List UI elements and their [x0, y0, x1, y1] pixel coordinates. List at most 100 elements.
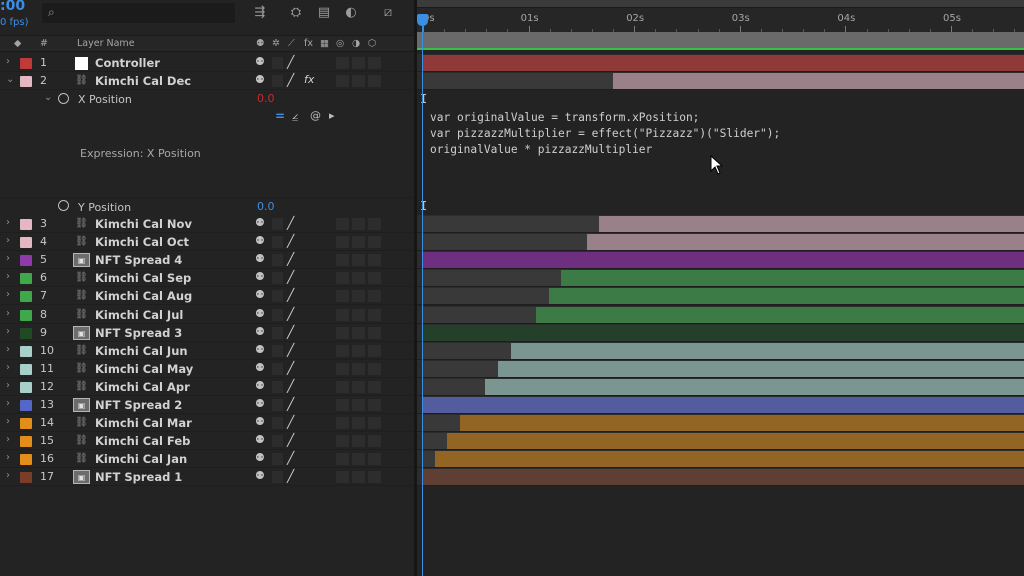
current-time-display[interactable]: :00	[0, 0, 25, 14]
collapse-switch[interactable]	[272, 362, 283, 375]
layer-switch-box[interactable]	[352, 471, 365, 484]
frame-blending-icon[interactable]: ▤	[315, 4, 333, 22]
collapse-switch[interactable]	[272, 380, 283, 393]
expression-editor[interactable]: var originalValue = transform.xPosition;…	[430, 110, 780, 158]
layer-name[interactable]: NFT Spread 1	[95, 470, 182, 484]
layer-switch-box[interactable]	[336, 380, 349, 393]
layer-row[interactable]: › 16 ⛓ Kimchi Cal Jan ⚉ ╱	[0, 450, 414, 469]
layer-switch-box[interactable]	[352, 272, 365, 285]
label-color-swatch[interactable]	[20, 472, 32, 484]
layer-switch-box[interactable]	[336, 417, 349, 430]
chevron-down-icon[interactable]: ⌄	[44, 92, 52, 103]
layer-name[interactable]: Kimchi Cal Jan	[95, 452, 187, 466]
label-tag-icon[interactable]: ◆	[14, 38, 21, 49]
layer-duration-bar[interactable]	[613, 73, 1024, 89]
chevron-right-icon[interactable]: ›	[6, 398, 10, 409]
quality-switch-icon[interactable]: ╱	[287, 288, 294, 302]
collapse-switch[interactable]	[272, 290, 283, 303]
chevron-right-icon[interactable]: ›	[6, 56, 10, 67]
graph-editor-icon[interactable]: ⧄	[379, 4, 397, 22]
chevron-right-icon[interactable]: ›	[6, 380, 10, 391]
layer-row[interactable]: › 15 ⛓ Kimchi Cal Feb ⚉ ╱	[0, 432, 414, 451]
quality-switch-icon[interactable]: ╱	[287, 361, 294, 375]
shy-switch-icon[interactable]: ⚉	[255, 252, 265, 265]
layer-switch-box[interactable]	[352, 326, 365, 339]
layer-switch-box[interactable]	[336, 362, 349, 375]
collapse-switch[interactable]	[272, 218, 283, 230]
collapse-switch[interactable]	[272, 254, 283, 267]
expression-enable-icon[interactable]: =	[275, 109, 285, 123]
label-color-swatch[interactable]	[20, 237, 32, 249]
shy-switch-icon[interactable]: ⚉	[255, 379, 265, 392]
layer-duration-bar[interactable]	[599, 216, 1024, 232]
layer-duration-bar[interactable]	[497, 360, 1024, 377]
quality-switch-icon[interactable]: ╱	[287, 307, 294, 321]
layer-switch-box[interactable]	[368, 236, 381, 249]
chevron-right-icon[interactable]: ›	[6, 326, 10, 337]
layer-name[interactable]: Kimchi Cal Feb	[95, 434, 190, 448]
label-color-swatch[interactable]	[20, 436, 32, 448]
collapse-switch[interactable]	[272, 326, 283, 339]
layer-switch-box[interactable]	[368, 57, 381, 69]
shy-switch-icon[interactable]: ⚉	[255, 397, 265, 410]
chevron-right-icon[interactable]: ›	[6, 452, 10, 463]
layer-switch-box[interactable]	[336, 218, 349, 230]
layer-switch-box[interactable]	[352, 417, 365, 430]
label-color-swatch[interactable]	[20, 309, 32, 321]
layer-duration-bar[interactable]	[423, 55, 1024, 71]
layer-switch-box[interactable]	[336, 453, 349, 466]
layer-row[interactable]: › 7 ⛓ Kimchi Cal Aug ⚉ ╱	[0, 287, 414, 306]
layer-search-field[interactable]: ⌕	[42, 3, 235, 23]
layer-name[interactable]: Kimchi Cal May	[95, 362, 193, 376]
layer-name[interactable]: NFT Spread 3	[95, 326, 182, 340]
layer-name[interactable]: Kimchi Cal Aug	[95, 289, 192, 303]
shy-switch-icon[interactable]: ⚉	[255, 361, 265, 374]
layer-row[interactable]: ⌄ 2 ⛓ Kimchi Cal Dec ⚉ ╱ fx	[0, 72, 414, 90]
quality-switch-icon[interactable]: ╱	[287, 216, 294, 230]
layer-switch-box[interactable]	[336, 471, 349, 484]
layer-duration-bar[interactable]	[434, 451, 1024, 468]
playhead-handle[interactable]	[417, 14, 428, 26]
quality-switch-icon[interactable]: ╱	[287, 451, 294, 465]
layer-switch-box[interactable]	[368, 453, 381, 466]
expression-pickwhip-icon[interactable]: @	[310, 109, 321, 122]
shy-switch-icon[interactable]: ⚉	[255, 73, 265, 86]
label-color-swatch[interactable]	[20, 255, 32, 267]
layer-switch-box[interactable]	[368, 471, 381, 484]
layer-switch-box[interactable]	[352, 57, 365, 69]
layer-duration-bar[interactable]	[459, 415, 1024, 432]
chevron-right-icon[interactable]: ›	[6, 344, 10, 355]
shy-layers-icon[interactable]: ⛭	[287, 4, 305, 22]
layer-name[interactable]: Kimchi Cal Jun	[95, 344, 188, 358]
chevron-right-icon[interactable]: ›	[6, 289, 10, 300]
quality-switch-icon[interactable]: ╱	[287, 469, 294, 483]
layer-switch-box[interactable]	[336, 308, 349, 321]
layer-duration-bar[interactable]	[423, 397, 1024, 413]
quality-switch-icon[interactable]: ╱	[287, 397, 294, 411]
chevron-right-icon[interactable]: ›	[6, 470, 10, 481]
layer-switch-box[interactable]	[336, 344, 349, 357]
layer-row[interactable]: › 12 ⛓ Kimchi Cal Apr ⚉ ╱	[0, 377, 414, 396]
layer-switch-box[interactable]	[352, 236, 365, 249]
layer-row[interactable]: › 1 Controller ⚉ ╱	[0, 54, 414, 72]
label-color-swatch[interactable]	[20, 381, 32, 393]
layer-row[interactable]: › 10 ⛓ Kimchi Cal Jun ⚉ ╱	[0, 341, 414, 360]
expression-graph-icon[interactable]: ⦤	[292, 109, 298, 123]
chevron-right-icon[interactable]: ›	[6, 308, 10, 319]
layer-switch-box[interactable]	[368, 308, 381, 321]
chevron-right-icon[interactable]: ›	[6, 235, 10, 246]
quality-switch-icon[interactable]: ╱	[287, 415, 294, 429]
shy-switch-icon[interactable]: ⚉	[255, 325, 265, 338]
y-position-value[interactable]: 0.0	[257, 200, 275, 213]
layer-switch-box[interactable]	[336, 290, 349, 303]
layer-switch-box[interactable]	[336, 75, 349, 87]
layer-name[interactable]: NFT Spread 4	[95, 253, 182, 267]
collapse-switch[interactable]	[272, 471, 283, 484]
layer-duration-bar[interactable]	[423, 469, 1024, 486]
playhead-line[interactable]	[422, 14, 423, 576]
layer-row[interactable]: › 13 ▣ NFT Spread 2 ⚉ ╱	[0, 396, 414, 414]
layer-switch-box[interactable]	[368, 362, 381, 375]
layer-switch-box[interactable]	[368, 254, 381, 267]
layer-switch-box[interactable]	[352, 362, 365, 375]
comp-work-area[interactable]	[417, 32, 1024, 50]
